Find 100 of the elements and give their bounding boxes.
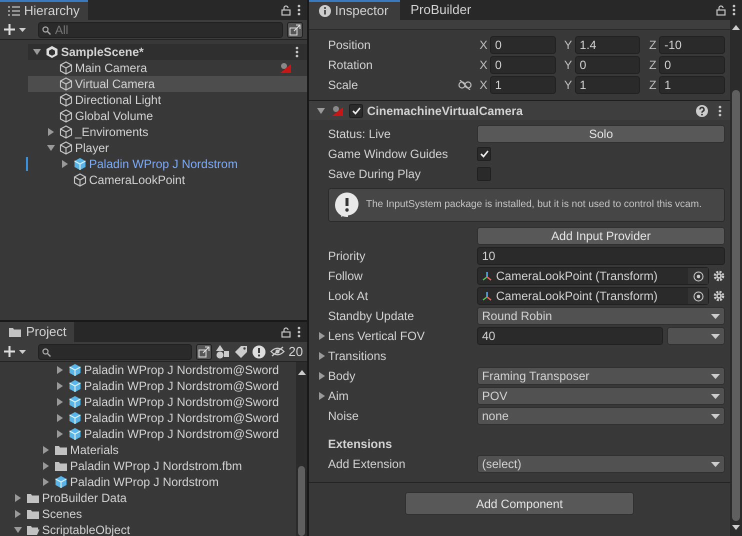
hierarchy-tab[interactable]: Hierarchy (0, 0, 88, 20)
asset-name: ProBuilder Data (42, 490, 127, 507)
hierarchy-row[interactable]: Player (28, 140, 307, 156)
number-field[interactable]: -10 (659, 36, 726, 54)
caret-icon (19, 350, 26, 354)
project-row[interactable]: Paladin WProp J Nordstrom@Sword (0, 410, 296, 426)
asset-name: Paladin WProp J Nordstrom@Sword (84, 426, 279, 443)
hierarchy-row[interactable]: _Enviroments (28, 124, 307, 140)
dropdown-caret-icon (711, 314, 720, 318)
number-field[interactable]: 0 (490, 56, 556, 74)
cube-icon (59, 93, 73, 107)
unit-dropdown[interactable] (667, 327, 725, 345)
search-field[interactable] (38, 344, 192, 360)
project-row[interactable]: Paladin WProp J Nordstrom@Sword (0, 426, 296, 442)
unlinked-icon[interactable] (458, 80, 472, 90)
search-window-icon[interactable] (196, 344, 212, 360)
dropdown[interactable]: POV (477, 387, 725, 405)
more-options-icon[interactable] (297, 326, 301, 338)
number-field[interactable]: 1 (659, 76, 726, 94)
number-field[interactable]: 10 (477, 247, 725, 265)
prefab-cube-icon (68, 395, 82, 409)
warning-icon[interactable] (252, 344, 266, 358)
project-row[interactable]: ProBuilder Data (0, 490, 296, 506)
more-options-icon[interactable] (295, 46, 299, 58)
add-component-button[interactable]: Add Component (405, 492, 634, 515)
scroll-up-arrow-icon[interactable] (298, 370, 306, 375)
component-header[interactable]: CinemachineVirtualCamera (309, 100, 730, 120)
add-menu-button[interactable] (4, 24, 26, 35)
number-field[interactable]: 0 (490, 36, 556, 54)
inspector-tab[interactable]: Inspector (309, 0, 400, 20)
plus-icon (4, 346, 15, 357)
property-label: Body (328, 368, 356, 385)
hidden-packages-button[interactable]: 20 (270, 342, 303, 362)
checkbox[interactable] (477, 167, 491, 181)
project-row[interactable]: Paladin WProp J Nordstrom.fbm (0, 458, 296, 474)
section-heading: Extensions (328, 436, 392, 453)
gear-icon[interactable] (713, 290, 725, 302)
add-menu-button[interactable] (4, 346, 26, 357)
hierarchy-row[interactable]: Virtual Camera (28, 76, 307, 92)
enabled-checkbox[interactable] (349, 104, 363, 118)
action-button[interactable]: Add Input Provider (477, 227, 725, 245)
more-options-icon[interactable] (732, 4, 736, 16)
axis-label: Y (563, 77, 574, 94)
gear-icon[interactable] (713, 270, 725, 282)
hierarchy-row[interactable]: Global Volume (28, 108, 307, 124)
property-label: Standby Update (328, 308, 414, 325)
object-field[interactable]: CameraLookPoint (Transform) (477, 267, 709, 285)
scrollbar-thumb[interactable] (732, 90, 740, 521)
project-row[interactable]: Paladin WProp J Nordstrom@Sword (0, 394, 296, 410)
hierarchy-row[interactable]: CameraLookPoint (28, 172, 307, 188)
dropdown[interactable]: none (477, 407, 725, 425)
scroll-up-arrow-icon[interactable] (732, 25, 740, 30)
project-row[interactable]: Paladin WProp J Nordstrom@Sword (0, 362, 296, 378)
object-name: Global Volume (75, 108, 154, 125)
help-message: The InputSystem package is installed, but it is not used to control this vcam. (366, 198, 702, 212)
tab-label[interactable]: Project (26, 322, 66, 342)
project-row[interactable]: Materials (0, 442, 296, 458)
search-window-icon[interactable] (287, 22, 303, 38)
property-label: Rotation (328, 57, 374, 74)
help-icon[interactable] (696, 104, 708, 116)
project-tab[interactable]: Project (0, 322, 74, 342)
tab-label[interactable]: Hierarchy (24, 1, 80, 21)
number-field[interactable]: 0 (659, 56, 726, 74)
dropdown[interactable]: Round Robin (477, 307, 725, 325)
property-label: Look At (328, 288, 368, 305)
hierarchy-row[interactable]: Paladin WProp J Nordstrom (28, 156, 307, 172)
axis-label: X (478, 57, 488, 74)
number-field[interactable]: 0 (574, 56, 640, 74)
inspector-tab[interactable]: ProBuilder (400, 0, 484, 20)
project-row[interactable]: Scenes (0, 506, 296, 522)
more-options-icon[interactable] (718, 104, 722, 116)
shapes-icon[interactable] (216, 344, 230, 358)
number-field[interactable]: 40 (477, 327, 663, 345)
lock-icon[interactable] (281, 326, 291, 338)
search-icon (42, 26, 51, 34)
scrollbar-thumb[interactable] (298, 466, 305, 536)
dropdown[interactable]: Framing Transposer (477, 367, 725, 385)
more-options-icon[interactable] (297, 4, 301, 16)
target-icon[interactable] (692, 270, 704, 282)
hierarchy-row[interactable]: Main Camera (28, 60, 307, 76)
scroll-down-arrow-icon[interactable] (732, 525, 740, 530)
cube-icon (59, 125, 73, 139)
object-field[interactable]: CameraLookPoint (Transform) (477, 287, 709, 305)
number-field[interactable]: 1 (574, 76, 640, 94)
number-field[interactable]: 1.4 (574, 36, 640, 54)
property-label: Game Window Guides (328, 146, 448, 163)
checkbox[interactable] (477, 147, 491, 161)
folder-icon (54, 460, 68, 472)
project-row[interactable]: Paladin WProp J Nordstrom (0, 474, 296, 490)
search-field[interactable]: All (38, 22, 283, 38)
lock-icon[interactable] (716, 4, 726, 16)
project-row[interactable]: Paladin WProp J Nordstrom@Sword (0, 378, 296, 394)
lock-icon[interactable] (281, 4, 291, 16)
hierarchy-row[interactable]: Directional Light (28, 92, 307, 108)
target-icon[interactable] (692, 290, 704, 302)
dropdown[interactable]: (select) (477, 455, 725, 473)
number-field[interactable]: 1 (490, 76, 556, 94)
tag-icon[interactable] (234, 344, 248, 358)
action-button[interactable]: Solo (477, 125, 725, 143)
list-icon (8, 6, 20, 16)
